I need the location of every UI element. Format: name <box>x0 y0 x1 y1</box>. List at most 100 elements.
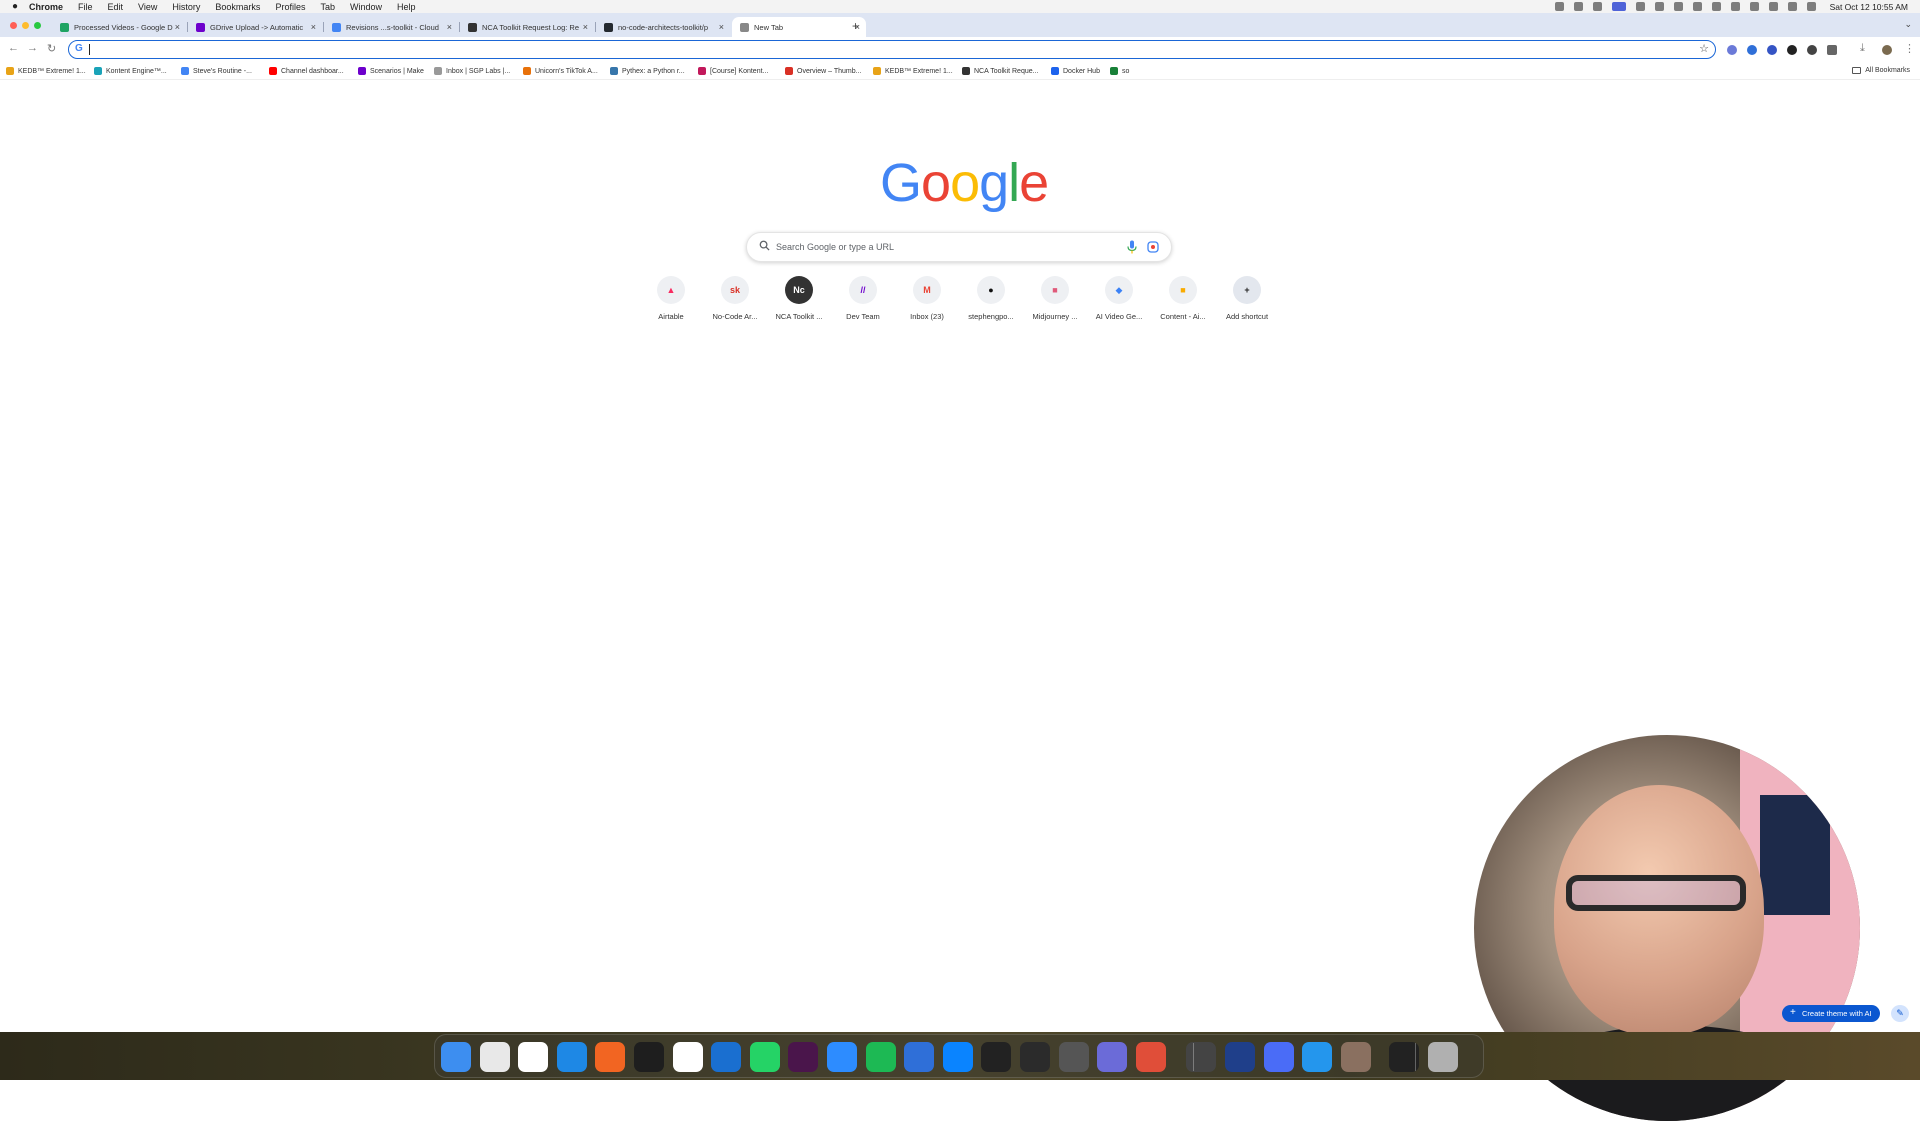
dock-app-icon[interactable] <box>1058 1042 1089 1072</box>
more-menu-icon[interactable]: ⋮ <box>1904 42 1915 55</box>
dock-app-icon[interactable] <box>595 1042 626 1072</box>
volume-icon[interactable] <box>1749 2 1759 11</box>
shortcut-tile[interactable]: ▲ Airtable <box>636 276 706 321</box>
status-icon[interactable] <box>1635 2 1645 11</box>
menu-help[interactable]: Help <box>397 2 416 12</box>
status-icon[interactable] <box>1554 2 1564 11</box>
forward-arrow-icon[interactable]: → <box>27 42 38 54</box>
browser-tab[interactable]: GDrive Upload -> Automatic × <box>188 17 322 37</box>
status-icon[interactable] <box>1730 2 1740 11</box>
extension-icon[interactable] <box>1767 45 1777 55</box>
bookmark-item[interactable]: Kontent Engine™... <box>94 67 167 75</box>
dock-app-icon[interactable] <box>1302 1042 1333 1072</box>
menu-chrome[interactable]: Chrome <box>29 2 63 12</box>
menubar-clock[interactable]: Sat Oct 12 10:55 AM <box>1830 2 1908 12</box>
shortcut-tile[interactable]: ■ Midjourney ... <box>1020 276 1090 321</box>
bookmark-item[interactable]: [Course] Kontent... <box>698 67 768 75</box>
dock-app-icon[interactable] <box>981 1042 1012 1072</box>
apple-menu-icon[interactable]: ● <box>10 1 20 12</box>
browser-tab[interactable]: New Tab × <box>732 17 866 37</box>
bookmark-item[interactable]: Pythex: a Python r... <box>610 67 685 75</box>
bookmark-item[interactable]: KEDB™ Extreme! 1... <box>873 67 953 75</box>
screen-recording-icon[interactable] <box>1611 2 1626 11</box>
browser-tab[interactable]: Revisions ...s-toolkit - Cloud × <box>324 17 458 37</box>
dock-app-icon[interactable] <box>1135 1042 1166 1072</box>
status-icon[interactable] <box>1573 2 1583 11</box>
google-lens-icon[interactable] <box>1147 241 1159 253</box>
dock-app-icon[interactable] <box>865 1042 896 1072</box>
dock-app-icon[interactable] <box>1186 1042 1217 1072</box>
status-icon[interactable] <box>1673 2 1683 11</box>
minimize-window-icon[interactable] <box>22 22 29 29</box>
tab-search-chevron-icon[interactable]: ⌄ <box>1904 19 1912 30</box>
menu-window[interactable]: Window <box>350 2 382 12</box>
bookmark-item[interactable]: Docker Hub <box>1051 67 1100 75</box>
extension-icon[interactable] <box>1807 45 1817 55</box>
tab-close-icon[interactable]: × <box>583 22 588 32</box>
menu-file[interactable]: File <box>78 2 93 12</box>
tab-close-icon[interactable]: × <box>175 22 180 32</box>
extension-icon[interactable] <box>1747 45 1757 55</box>
extensions-puzzle-icon[interactable] <box>1827 45 1837 55</box>
menu-view[interactable]: View <box>138 2 157 12</box>
menu-history[interactable]: History <box>172 2 200 12</box>
menu-profiles[interactable]: Profiles <box>275 2 305 12</box>
bookmark-item[interactable]: Scenarios | Make <box>358 67 424 75</box>
dock-app-icon[interactable] <box>1020 1042 1050 1072</box>
shortcut-tile[interactable]: // Dev Team <box>828 276 898 321</box>
tab-close-icon[interactable]: × <box>311 22 316 32</box>
dock-app-icon[interactable] <box>1225 1042 1255 1072</box>
bookmark-item[interactable]: Inbox | SGP Labs |... <box>434 67 510 75</box>
dock-app-icon[interactable] <box>634 1042 664 1072</box>
menu-tab[interactable]: Tab <box>320 2 335 12</box>
dock-app-icon[interactable] <box>1263 1042 1294 1072</box>
menu-edit[interactable]: Edit <box>108 2 124 12</box>
download-icon[interactable]: ⤓ <box>1860 42 1865 55</box>
status-icon[interactable] <box>1654 2 1664 11</box>
create-theme-button[interactable]: + Create theme with AI <box>1782 1005 1880 1022</box>
microphone-icon[interactable] <box>1127 240 1137 254</box>
all-bookmarks-button[interactable]: All Bookmarks <box>1852 67 1910 74</box>
dock-app-icon[interactable] <box>1340 1042 1371 1072</box>
dock-app-icon[interactable] <box>788 1042 819 1072</box>
dock-app-icon[interactable] <box>479 1042 510 1072</box>
spotlight-icon[interactable] <box>1787 2 1797 11</box>
extension-icon[interactable] <box>1727 45 1737 55</box>
dock-app-icon[interactable] <box>441 1042 471 1072</box>
search-box[interactable]: Search Google or type a URL <box>746 232 1172 262</box>
browser-tab[interactable]: NCA Toolkit Request Log: Re × <box>460 17 594 37</box>
tab-close-icon[interactable]: × <box>447 22 452 32</box>
status-icon[interactable] <box>1711 2 1721 11</box>
dock-app-icon[interactable] <box>556 1042 587 1072</box>
tab-close-icon[interactable]: × <box>719 22 724 32</box>
edit-pencil-icon[interactable]: ✎ <box>1891 1005 1909 1022</box>
status-icon[interactable] <box>1692 2 1702 11</box>
dock-app-icon[interactable] <box>518 1042 549 1072</box>
browser-tab[interactable]: Processed Videos - Google D × <box>52 17 186 37</box>
browser-tab[interactable]: no-code-architects-toolkit/p × <box>596 17 730 37</box>
new-tab-plus-icon[interactable]: + <box>852 19 859 33</box>
shortcut-tile[interactable]: sk No-Code Ar... <box>700 276 770 321</box>
dock-app-icon[interactable] <box>1428 1042 1458 1072</box>
shortcut-tile[interactable]: ● stephengpo... <box>956 276 1026 321</box>
shortcut-tile[interactable]: ◆ AI Video Ge... <box>1084 276 1154 321</box>
dock-app-icon[interactable] <box>904 1042 935 1072</box>
extension-icon[interactable] <box>1787 45 1797 55</box>
bookmark-item[interactable]: NCA Toolkit Reque... <box>962 67 1038 75</box>
reload-icon[interactable]: ↻ <box>47 42 56 55</box>
dock-app-icon[interactable] <box>749 1042 780 1072</box>
control-center-icon[interactable] <box>1806 2 1816 11</box>
address-bar[interactable]: G ☆ <box>68 40 1716 59</box>
profile-avatar[interactable] <box>1882 45 1892 55</box>
zoom-window-icon[interactable] <box>34 22 41 29</box>
dock-app-icon[interactable] <box>711 1042 742 1072</box>
shortcut-tile[interactable]: Nc NCA Toolkit ... <box>764 276 834 321</box>
dock-app-icon[interactable] <box>1097 1042 1128 1072</box>
wifi-icon[interactable] <box>1768 2 1778 11</box>
shortcut-tile[interactable]: M Inbox (23) <box>892 276 962 321</box>
bookmark-item[interactable]: KEDB™ Extreme! 1... <box>6 67 86 75</box>
shortcut-tile[interactable]: ■ Content - Ai... <box>1148 276 1218 321</box>
dock-app-icon[interactable] <box>827 1042 857 1072</box>
dock-app-icon[interactable] <box>942 1042 973 1072</box>
bookmark-item[interactable]: Overview – Thumb... <box>785 67 861 75</box>
